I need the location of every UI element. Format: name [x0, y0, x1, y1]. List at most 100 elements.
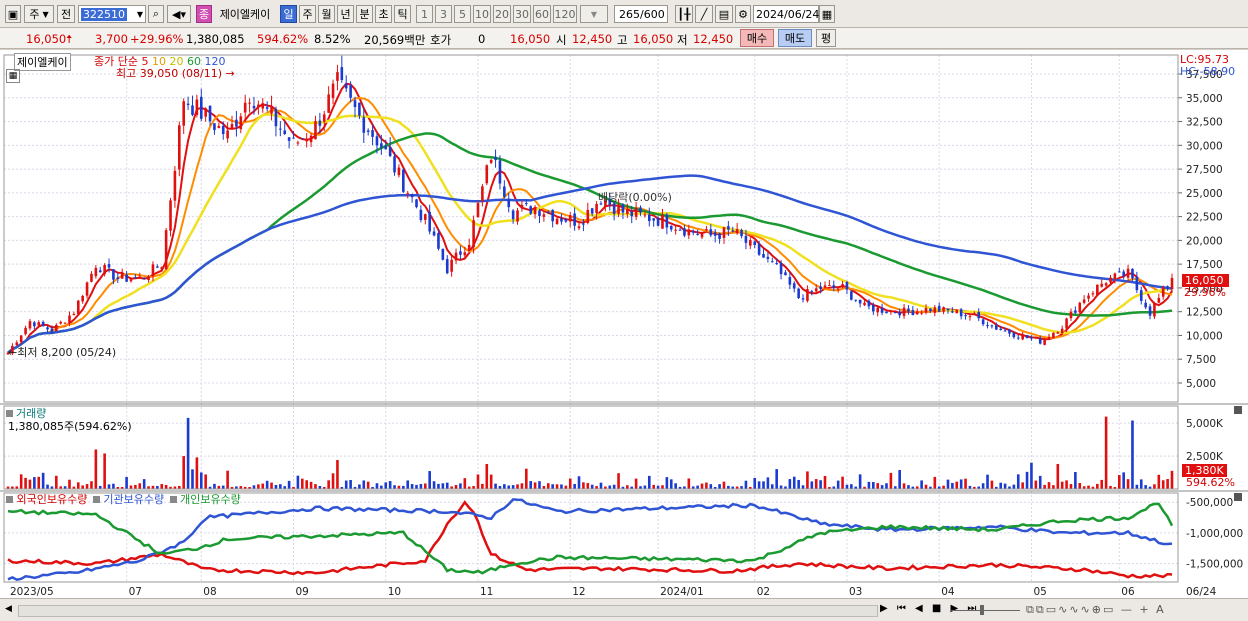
interval-10[interactable]: 10 — [473, 5, 491, 23]
volume-bar — [1069, 484, 1073, 489]
volume-bar — [186, 417, 190, 489]
candle-body — [1043, 338, 1046, 345]
volume-bar — [489, 474, 493, 489]
search-icon[interactable]: ⌕ — [148, 5, 164, 23]
volume-bar — [459, 483, 462, 489]
volume-bar — [423, 483, 427, 489]
save-icon[interactable]: ▤ — [715, 5, 733, 23]
chart-tools-icons[interactable]: ⧉⧉▭∿∿∿⊕▭ — + A — [1026, 603, 1166, 617]
interval-5[interactable]: 5 — [454, 5, 471, 23]
period-minute[interactable]: 분 — [356, 5, 373, 23]
volume-bar — [1104, 416, 1108, 489]
scrollbar-track[interactable] — [18, 605, 878, 617]
period-day[interactable]: 일 — [280, 5, 297, 23]
interval-60[interactable]: 60 — [533, 5, 551, 23]
volume-bar — [819, 480, 822, 489]
period-second[interactable]: 초 — [375, 5, 392, 23]
candle-body — [402, 169, 405, 192]
volume-bar — [981, 483, 985, 489]
bottom-toolbar: ◀ ▶ ⏮ ◀ ■ ▶ ⏭ ⧉⧉▭∿∿∿⊕▭ — + A — [0, 598, 1248, 621]
volume-bar — [705, 482, 708, 489]
volume-bar — [279, 484, 282, 489]
period-month[interactable]: 월 — [318, 5, 335, 23]
date-input[interactable]: 2024/06/24 — [753, 5, 819, 23]
volume-bar — [520, 483, 524, 489]
close-panel-icon[interactable] — [1234, 493, 1242, 501]
volume-bar — [516, 484, 519, 489]
candle-body — [90, 273, 93, 282]
interval-dropdown[interactable]: ▼ — [580, 5, 608, 23]
count-input[interactable]: 265/600 — [614, 5, 668, 23]
dividend-note-text: 배당락(0.00%) — [598, 191, 672, 204]
calendar-icon[interactable]: ▦ — [819, 5, 835, 23]
candle-icon[interactable]: ┃╂ — [675, 5, 693, 23]
low-price: 12,450 — [693, 32, 734, 46]
max-price-note: 최고 39,050 (08/11) → — [116, 65, 235, 81]
zoom-slider[interactable] — [950, 605, 1020, 615]
candle-body — [1065, 318, 1068, 329]
volume-bar — [76, 482, 80, 489]
volume-bar — [46, 484, 49, 489]
candle-body — [358, 102, 361, 116]
foreign-holdings-line — [7, 500, 1173, 579]
period-tick[interactable]: 틱 — [394, 5, 411, 23]
sell-button[interactable]: 매도 — [778, 29, 812, 47]
interval-1[interactable]: 1 — [416, 5, 433, 23]
interval-120[interactable]: 120 — [553, 5, 577, 23]
x-tick-label: 06/24 — [1186, 586, 1217, 598]
candle-body — [757, 244, 761, 255]
volume: 1,380,085 — [186, 32, 245, 46]
x-axis: 2023/05 07 08 09 10 11 12 2024/01 02 03 04 05 06 06/2… — [10, 586, 1217, 598]
interval-3[interactable]: 3 — [435, 5, 452, 23]
candle-body — [362, 117, 366, 133]
candle-body — [1074, 310, 1077, 313]
candle-body — [1069, 311, 1073, 319]
buy-button[interactable]: 매수 — [740, 29, 774, 47]
candle-body — [1161, 287, 1165, 297]
low-label: 저 — [677, 33, 688, 47]
candle-body — [582, 223, 585, 225]
period-year[interactable]: 년 — [337, 5, 354, 23]
candle-body — [687, 229, 691, 236]
table-icon[interactable]: ▦ — [6, 69, 20, 83]
candle-body — [384, 145, 388, 150]
speaker-icon[interactable]: ◀▾ — [167, 5, 191, 23]
period-week[interactable]: 주 — [299, 5, 316, 23]
interval-30[interactable]: 30 — [513, 5, 531, 23]
volume-bar — [792, 476, 796, 489]
candle-body — [630, 211, 634, 217]
candle-body — [700, 233, 704, 238]
pct-badge-text: 29.96% — [1184, 286, 1226, 299]
volume-bar — [287, 480, 291, 489]
scroll-left-icon[interactable]: ◀ — [5, 604, 15, 616]
prev-button[interactable]: 전 — [57, 5, 75, 23]
foreign-holdings-label: 외국인보유수량 — [16, 493, 88, 506]
volume-bar — [463, 478, 467, 489]
eval-button[interactable]: 평 — [816, 29, 836, 47]
volume-bar — [1060, 481, 1064, 489]
stock-chart[interactable]: 5,0007,50010,00012,50015,00017,50020,000… — [0, 50, 1248, 598]
interval-label: 3 — [440, 7, 447, 21]
draw-line-icon[interactable]: ╱ — [695, 5, 713, 23]
candle-body — [1126, 268, 1130, 278]
candle-body — [432, 231, 436, 236]
volume-bar — [419, 483, 423, 489]
volume-bar — [191, 469, 194, 489]
interval-20[interactable]: 20 — [493, 5, 511, 23]
candle-body — [538, 210, 541, 216]
candle-body — [305, 138, 308, 142]
candle-body — [995, 325, 998, 330]
chart-area[interactable]: 5,000 7,500 10,000 12,500 15,000 17,500 20,000… — [0, 50, 1248, 598]
gear-icon[interactable]: ⚙ — [735, 5, 751, 23]
stock-code-input[interactable]: 322510 ▼ — [78, 5, 146, 23]
candle-body — [46, 327, 49, 330]
candle-body — [942, 307, 945, 312]
candle-body — [1096, 284, 1099, 295]
close-panel-icon[interactable] — [1234, 406, 1242, 414]
volume-bar — [652, 484, 655, 489]
market-select[interactable]: 주 ▼ — [24, 5, 54, 23]
min-price-note: ←최저 8,200 (05/24) — [8, 344, 116, 360]
candle-body — [19, 335, 23, 343]
chart-menu-icon[interactable]: ▣ — [5, 5, 21, 23]
candle-body — [863, 302, 866, 306]
